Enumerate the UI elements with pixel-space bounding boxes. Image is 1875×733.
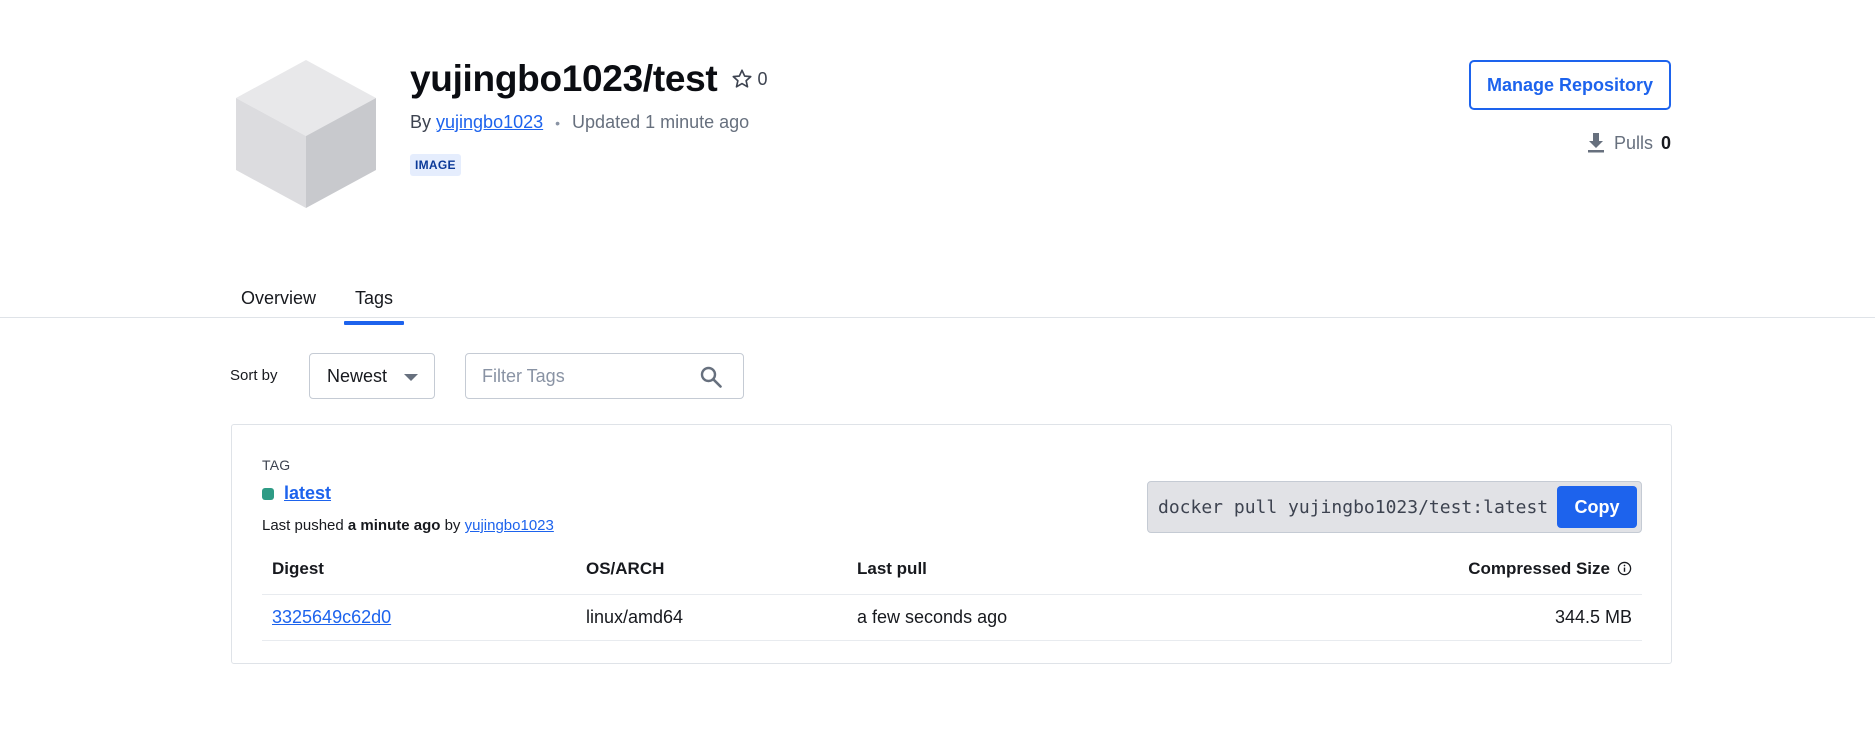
repo-title: yujingbo1023/test — [410, 58, 718, 99]
copy-button[interactable]: Copy — [1557, 486, 1637, 528]
sort-value: Newest — [327, 365, 388, 386]
header-compressed-size-label: Compressed Size — [1468, 558, 1610, 578]
tag-status-dot — [262, 487, 274, 500]
repo-tabs: Overview Tags — [230, 280, 405, 325]
pull-command-box: docker pull yujingbo1023/test:latest Cop… — [1147, 481, 1642, 533]
tag-card: TAG latest Last pushed a minute ago by y… — [231, 424, 1672, 664]
filter-tags-input[interactable] — [482, 365, 682, 387]
separator-dot: • — [555, 114, 561, 131]
repo-byline: By yujingbo1023 • Updated 1 minute ago — [410, 112, 749, 133]
table-header-row: Digest OS/ARCH Last pull Compressed Size — [262, 543, 1642, 595]
owner-link[interactable]: yujingbo1023 — [436, 112, 543, 133]
size-cell: 344.5 MB — [1554, 607, 1632, 627]
table-row: 3325649c62d0 linux/amd64 a few seconds a… — [262, 595, 1642, 641]
pull-command-text: docker pull yujingbo1023/test:latest — [1158, 496, 1549, 518]
pulls-stat: Pulls 0 — [1586, 132, 1671, 154]
tag-name-link[interactable]: latest — [284, 483, 331, 504]
tag-name-row: latest — [262, 483, 331, 504]
download-icon — [1587, 133, 1604, 153]
star-control[interactable]: 0 — [731, 68, 767, 90]
image-badge: IMAGE — [410, 154, 461, 176]
repo-header: yujingbo1023/test 0 — [410, 58, 767, 100]
last-pull-cell: a few seconds ago — [857, 607, 1008, 627]
updated-text: Updated 1 minute ago — [572, 112, 750, 132]
last-pushed-text: Last pushed a minute ago by yujingbo1023 — [262, 517, 554, 534]
header-last-pull: Last pull — [857, 558, 927, 578]
pulls-count: 0 — [1660, 132, 1671, 153]
star-icon[interactable] — [731, 68, 753, 90]
caret-down-icon — [404, 374, 418, 381]
repository-cube-icon — [236, 60, 376, 208]
sort-label: Sort by — [230, 367, 278, 384]
pulls-label: Pulls — [1613, 132, 1653, 153]
tab-tags[interactable]: Tags — [344, 280, 405, 325]
header-compressed-size: Compressed Size — [1468, 559, 1632, 579]
tag-section-label: TAG — [262, 457, 291, 473]
manage-repository-button[interactable]: Manage Repository — [1469, 60, 1671, 110]
pushed-prefix: Last pushed — [262, 517, 344, 534]
os-arch-cell: linux/amd64 — [586, 607, 684, 627]
header-digest: Digest — [272, 558, 324, 578]
info-icon[interactable] — [1617, 561, 1632, 576]
tab-overview[interactable]: Overview — [230, 280, 327, 321]
star-count: 0 — [757, 68, 768, 89]
pushed-by: by — [444, 517, 461, 534]
header-os-arch: OS/ARCH — [586, 558, 665, 578]
digest-link[interactable]: 3325649c62d0 — [272, 607, 391, 628]
by-prefix: By — [410, 112, 432, 132]
search-icon[interactable] — [699, 365, 723, 389]
sort-select[interactable]: Newest — [309, 353, 435, 399]
tag-table: Digest OS/ARCH Last pull Compressed Size… — [262, 543, 1642, 641]
filter-tags-field[interactable] — [465, 353, 744, 399]
pushed-time: a minute ago — [347, 517, 441, 534]
pushed-user-link[interactable]: yujingbo1023 — [465, 517, 554, 534]
tabs-divider — [0, 317, 1875, 318]
